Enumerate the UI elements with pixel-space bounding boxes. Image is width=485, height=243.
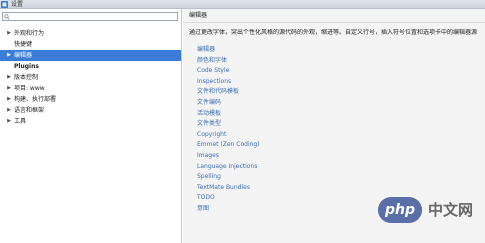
link-live-templates[interactable]: 活动模板	[197, 109, 260, 120]
link-textmate-bundles[interactable]: TextMate Bundles	[197, 183, 260, 194]
link-copyright[interactable]: Copyright	[197, 130, 260, 141]
sidebar-item-label: 工具	[14, 118, 27, 125]
link-colors-fonts[interactable]: 颜色和字体	[197, 56, 260, 67]
link-emmet[interactable]: Emmet (Zen Coding)	[197, 140, 260, 151]
sidebar-item-label: 外观和行为	[14, 30, 45, 37]
settings-content-panel: 编辑器 通过更改字体，突出个性化风格的源代码的外观，缩进等。自定义行号，插入符号…	[183, 9, 485, 243]
window-title: 设置	[11, 1, 24, 8]
page-title: 编辑器	[189, 12, 208, 19]
search-icon	[4, 14, 10, 20]
settings-sidebar: ▶ 外观和行为 快捷键 ▶ 编辑器 Plugins ▶ 版本控制 ▶ 项目: w…	[0, 9, 182, 243]
link-language-injections[interactable]: Language Injections	[197, 162, 260, 173]
sidebar-item-appearance[interactable]: ▶ 外观和行为	[0, 28, 181, 39]
link-file-types[interactable]: 文件类型	[197, 119, 260, 130]
sidebar-item-tools[interactable]: ▶ 工具	[0, 116, 181, 127]
sidebar-item-label: 版本控制	[14, 74, 39, 81]
sidebar-item-build-execution-deployment[interactable]: ▶ 构建、执行部署	[0, 94, 181, 105]
expand-arrow-icon[interactable]: ▶	[6, 83, 12, 94]
app-icon	[1, 1, 8, 8]
link-spelling[interactable]: Spelling	[197, 172, 260, 183]
sidebar-item-label: 项目: www	[14, 85, 45, 92]
expand-arrow-icon[interactable]: ▶	[6, 50, 12, 61]
php-logo: php	[378, 197, 422, 223]
sidebar-item-languages-frameworks[interactable]: ▶ 语言和框架	[0, 105, 181, 116]
link-file-encodings[interactable]: 文件编码	[197, 98, 260, 109]
sidebar-item-label: 构建、执行部署	[14, 96, 57, 103]
link-inspections[interactable]: Inspections	[197, 77, 260, 88]
link-file-code-templates[interactable]: 文件和代码模板	[197, 87, 260, 98]
link-images[interactable]: Images	[197, 151, 260, 162]
sidebar-item-label: 语言和框架	[14, 107, 45, 114]
link-editor-general[interactable]: 编辑器	[197, 45, 260, 56]
expand-arrow-icon[interactable]: ▶	[6, 105, 12, 116]
link-intentions[interactable]: 意图	[197, 204, 260, 215]
expand-arrow-icon[interactable]: ▶	[6, 94, 12, 105]
expand-arrow-icon[interactable]: ▶	[6, 116, 12, 127]
sidebar-item-label: Plugins	[14, 63, 39, 70]
title-bar: 设置	[0, 0, 485, 9]
subpage-link-list: 编辑器 颜色和字体 Code Style Inspections 文件和代码模板…	[197, 45, 260, 215]
sidebar-item-version-control[interactable]: ▶ 版本控制	[0, 72, 181, 83]
link-todo[interactable]: TODO	[197, 193, 260, 204]
expand-arrow-icon[interactable]: ▶	[6, 28, 12, 39]
search-input[interactable]	[12, 13, 172, 20]
sidebar-item-label: 快捷键	[14, 41, 33, 48]
sidebar-item-project[interactable]: ▶ 项目: www	[0, 83, 181, 94]
search-box[interactable]	[2, 12, 178, 21]
sidebar-item-editor[interactable]: ▶ 编辑器	[0, 50, 181, 61]
panel-description: 通过更改字体，突出个性化风格的源代码的外观，缩进等。自定义行号，插入符号位置和选…	[189, 29, 478, 36]
sidebar-item-plugins[interactable]: Plugins	[0, 61, 181, 72]
watermark-text: 中文网	[428, 201, 474, 219]
sidebar-item-label: 编辑器	[14, 52, 33, 59]
link-code-style[interactable]: Code Style	[197, 66, 260, 77]
settings-tree: ▶ 外观和行为 快捷键 ▶ 编辑器 Plugins ▶ 版本控制 ▶ 项目: w…	[0, 28, 181, 127]
sidebar-item-keymap[interactable]: 快捷键	[0, 39, 181, 50]
expand-arrow-icon[interactable]: ▶	[6, 72, 12, 83]
panel-header: 编辑器	[183, 9, 485, 23]
site-watermark: php 中文网	[378, 195, 478, 227]
